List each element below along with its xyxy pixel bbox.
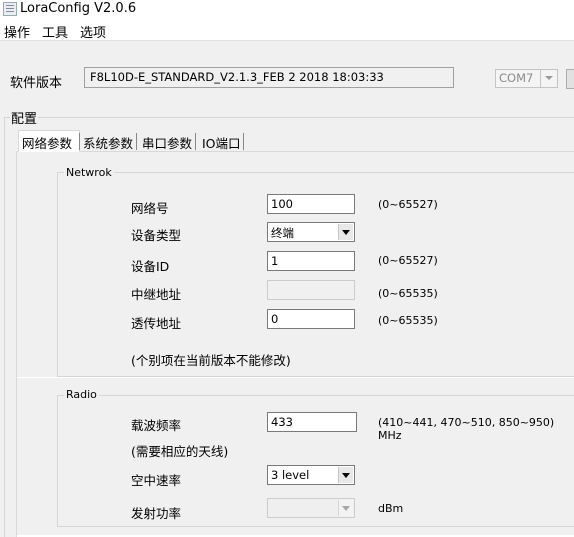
version-field: F8L10D-E_STANDARD_V2.1.3_FEB 2 2018 18:0… bbox=[84, 67, 454, 88]
air-rate-label: 空中速率 bbox=[131, 473, 182, 488]
net-id-hint: (0~65527) bbox=[378, 198, 438, 211]
tab-divider bbox=[79, 133, 80, 150]
tx-power-label: 发射功率 bbox=[131, 506, 182, 521]
chevron-down-icon bbox=[338, 500, 353, 516]
chevron-down-icon[interactable] bbox=[540, 70, 557, 87]
device-type-label: 设备类型 bbox=[131, 228, 182, 243]
window-title: LoraConfig V2.0.6 bbox=[20, 1, 137, 16]
tx-power-select bbox=[267, 498, 355, 518]
chevron-down-icon[interactable] bbox=[338, 467, 353, 483]
carrier-frequency-label: 载波频率 bbox=[131, 418, 182, 433]
device-id-label: 设备ID bbox=[131, 259, 170, 274]
device-id-input[interactable]: 1 bbox=[267, 251, 355, 271]
tab-serial[interactable]: 串口参数 bbox=[142, 130, 192, 152]
chevron-down-icon[interactable] bbox=[338, 224, 353, 240]
transparent-address-input[interactable]: 0 bbox=[267, 309, 355, 329]
version-panel: 软件版本 F8L10D-E_STANDARD_V2.1.3_FEB 2 2018… bbox=[0, 62, 574, 98]
relay-address-hint: (0~65535) bbox=[378, 287, 438, 300]
carrier-frequency-input[interactable]: 433 bbox=[267, 412, 357, 432]
air-rate-value: 3 level bbox=[271, 468, 310, 482]
antenna-note: (需要相应的天线) bbox=[131, 444, 229, 459]
tab-divider bbox=[243, 133, 244, 150]
tx-power-unit: dBm bbox=[378, 502, 404, 515]
device-id-hint: (0~65527) bbox=[378, 254, 438, 267]
menu-operate[interactable]: 操作 bbox=[4, 22, 30, 41]
tab-divider bbox=[136, 133, 137, 150]
net-id-input[interactable]: 100 bbox=[267, 194, 355, 214]
tab-io[interactable]: IO端口 bbox=[202, 130, 241, 152]
tab-system[interactable]: 系统参数 bbox=[83, 130, 133, 152]
radio-legend: Radio bbox=[64, 388, 99, 401]
network-legend: Netwrok bbox=[64, 166, 114, 179]
title-bar: LoraConfig V2.0.6 bbox=[0, 0, 574, 20]
connect-button[interactable] bbox=[566, 69, 574, 89]
config-legend: 配置 bbox=[10, 108, 39, 127]
com-port-value: COM7 bbox=[499, 71, 534, 85]
menu-tools[interactable]: 工具 bbox=[42, 22, 68, 41]
relay-address-input bbox=[267, 280, 355, 300]
tab-divider bbox=[195, 133, 196, 150]
net-id-label: 网络号 bbox=[131, 201, 169, 216]
carrier-frequency-hint: (410~441, 470~510, 850~950) MHz bbox=[378, 416, 555, 442]
tab-network[interactable]: 网络参数 bbox=[22, 130, 72, 152]
relay-address-label: 中继地址 bbox=[131, 287, 182, 302]
transparent-address-label: 透传地址 bbox=[131, 316, 182, 331]
air-rate-select[interactable]: 3 level bbox=[267, 465, 355, 485]
device-type-value: 终端 bbox=[271, 226, 294, 240]
menu-options[interactable]: 选项 bbox=[80, 22, 106, 41]
transparent-address-hint: (0~65535) bbox=[378, 314, 438, 327]
network-note: (个别项在当前版本不能修改) bbox=[131, 353, 291, 368]
menu-bar: 操作 工具 选项 bbox=[0, 20, 574, 41]
device-type-select[interactable]: 终端 bbox=[267, 222, 355, 242]
version-label: 软件版本 bbox=[10, 76, 63, 91]
app-icon bbox=[3, 2, 17, 16]
